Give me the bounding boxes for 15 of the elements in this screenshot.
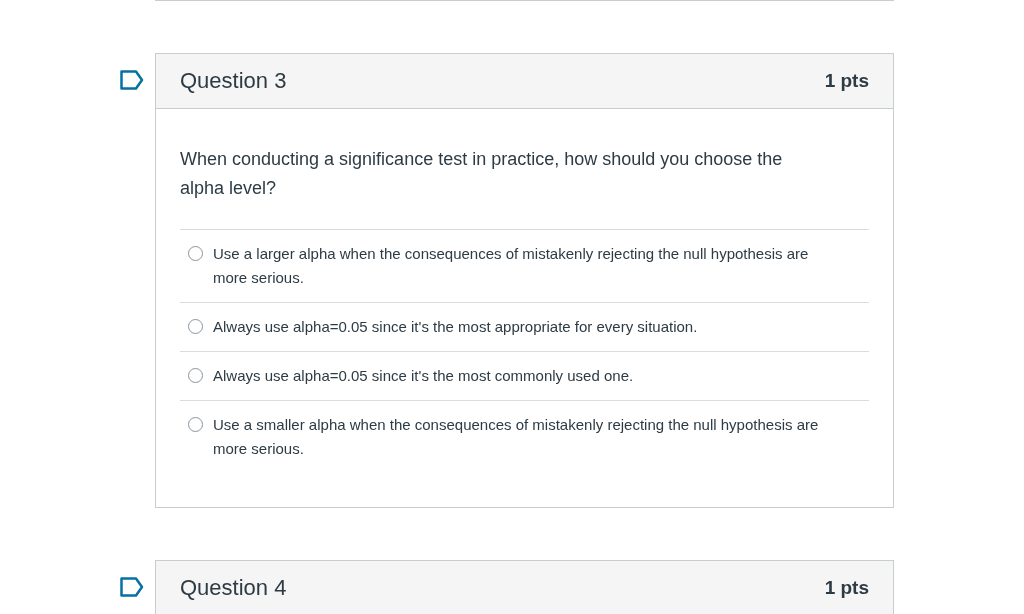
radio-button[interactable]	[188, 368, 203, 383]
answer-label: Always use alpha=0.05 since it's the most appropriate for every situation.	[213, 317, 698, 337]
radio-button[interactable]	[188, 246, 203, 261]
flag-icon[interactable]	[120, 70, 144, 90]
question-title: Question 3	[180, 68, 287, 94]
question-points: 1 pts	[824, 70, 869, 92]
question-title: Question 4	[180, 575, 287, 601]
flag-icon[interactable]	[120, 577, 144, 597]
radio-button[interactable]	[188, 319, 203, 334]
answer-label: Use a smaller alpha when the consequences of mistakenly rejecting the null hypothesis are more serious.	[213, 415, 820, 459]
radio-button[interactable]	[188, 417, 203, 432]
answer-label: Use a larger alpha when the consequences of mistakenly rejecting the null hypothesis are more serious.	[213, 244, 810, 288]
question-text: When conducting a significance test in practice, how should you choose the alpha level?	[180, 148, 784, 200]
answer-label: Always use alpha=0.05 since it's the most commonly used one.	[213, 366, 634, 386]
question-points: 1 pts	[824, 577, 869, 599]
